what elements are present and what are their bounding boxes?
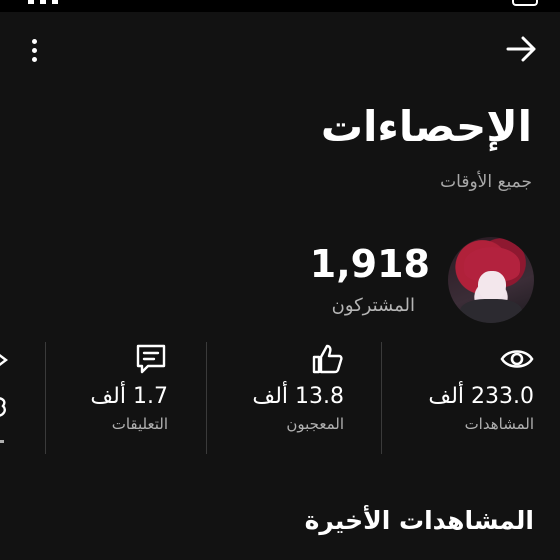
status-icon xyxy=(40,0,46,4)
comment-icon xyxy=(136,344,166,374)
more-options-button[interactable] xyxy=(22,34,46,66)
stat-comments-value: 1.7 ألف xyxy=(90,384,168,409)
stat-views-value: 233.0 ألف xyxy=(428,384,534,409)
status-icon xyxy=(52,0,58,4)
status-bar xyxy=(0,0,560,12)
back-arrow-icon[interactable] xyxy=(504,32,538,66)
stat-likes-value: 13.8 ألف xyxy=(252,384,344,409)
stat-views[interactable]: 233.0 ألف المشاهدات xyxy=(428,342,534,454)
page-title: الإحصاءات xyxy=(320,102,532,151)
stat-likes[interactable]: 13.8 ألف المعجبون xyxy=(252,342,344,454)
stat-divider xyxy=(381,342,382,454)
stat-divider xyxy=(45,342,46,454)
stat-comments-label: التعليقات xyxy=(111,415,168,433)
subscribers-count: 1,918 xyxy=(309,242,430,286)
stat-views-label: المشاهدات xyxy=(464,415,534,433)
stat-divider xyxy=(206,342,207,454)
share-icon xyxy=(0,354,8,443)
status-icons xyxy=(28,0,58,4)
avatar-face xyxy=(478,271,506,301)
thumbs-up-icon xyxy=(312,344,343,374)
battery-icon xyxy=(512,0,538,6)
time-range-label: جميع الأوقات xyxy=(440,172,532,192)
subscribers-label: المشتركون xyxy=(331,295,415,316)
stat-comments[interactable]: 1.7 ألف التعليقات xyxy=(90,342,168,454)
eye-icon xyxy=(500,350,534,368)
recent-views-heading: المشاهدات الأخيرة xyxy=(304,506,534,535)
channel-avatar[interactable] xyxy=(448,237,534,323)
stat-likes-label: المعجبون xyxy=(286,415,344,433)
menu-dot xyxy=(31,56,37,62)
menu-dot xyxy=(31,38,37,44)
menu-dot xyxy=(31,47,37,53)
avatar-shirt xyxy=(460,299,522,323)
status-icon xyxy=(28,0,34,4)
stat-partial[interactable] xyxy=(0,342,12,454)
